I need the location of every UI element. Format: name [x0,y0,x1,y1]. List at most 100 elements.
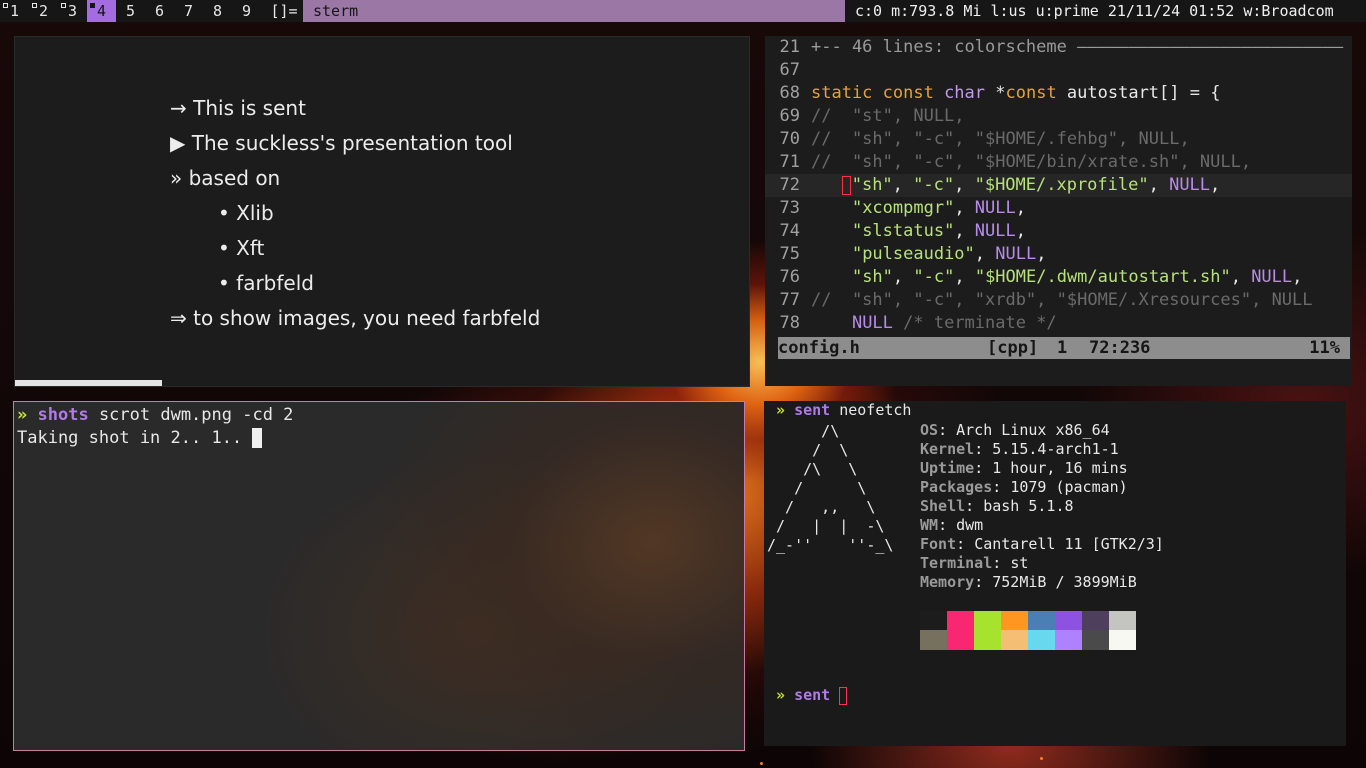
line-number: 67 [779,60,800,80]
code-line[interactable]: 68 static const char *const autostart[] =… [765,82,1352,105]
code-line[interactable]: 70 // "sh", "-c", "$HOME/.fehbg", NULL, [765,128,1352,151]
code-token: NULL [851,313,893,333]
prompt-line[interactable]: » sent [776,686,848,705]
output-text: Taking shot in 2.. 1.. [17,428,253,448]
code-line[interactable]: 67 [765,59,1352,82]
status-bar: 123456789 []= sterm c:0 m:793.8 Mi l:us … [0,0,1366,22]
code-token: , [954,198,975,218]
code-token: , [974,244,996,264]
slide-line: » based on [170,166,281,190]
color-swatch [1001,630,1028,650]
color-swatch [974,611,1001,631]
code-line[interactable]: 75 "pulseaudio", NULL, [765,243,1352,266]
color-swatch [920,611,947,631]
code-line[interactable]: 71 // "sh", "-c", "$HOME/bin/xrate.sh", N… [765,151,1352,174]
line-number: 78 [779,313,800,333]
info-value: st [1010,554,1029,572]
code-line[interactable]: 76 "sh", "-c", "$HOME/.dwm/autostart.sh"… [765,266,1352,289]
code-token: "-c" [913,267,955,287]
code-line[interactable]: 74 "slstatus", NULL, [765,220,1352,243]
code-token: * [985,83,1006,103]
statusline-buffer: 1 [1057,338,1068,358]
sent-presentation-window[interactable]: → This is sent ▶ The suckless's presentat… [14,36,750,387]
info-row: Uptime: 1 hour, 16 mins [920,459,1128,477]
workspace-tag-label: 2 [38,2,49,20]
terminal-window[interactable]: » shots scrot dwm.png -cd 2 Taking shot … [13,401,745,751]
code-token: "sh" [851,175,893,195]
code-line[interactable]: 69 // "st", NULL, [765,105,1352,128]
vim-editor-window[interactable]: 21 +-- 46 lines: colorscheme ————————————… [765,36,1352,386]
slide-content: → This is sent ▶ The suckless's presentat… [170,91,540,336]
statusline-percent: 11% [1309,338,1340,358]
info-label: Packages [920,478,993,496]
workspace-tag-label: 1 [9,2,20,20]
code-line[interactable]: 77 // "sh", "-c", "xrdb", "$HOME/.Xresour… [765,289,1352,312]
occupied-indicator [90,3,95,8]
code-token: , [1230,267,1252,287]
text-cursor [839,686,848,705]
color-swatch [1028,630,1055,650]
workspace-tag-3[interactable]: 3 [58,0,87,22]
code-token: , [892,267,914,287]
ember [1040,757,1043,760]
info-row: Kernel: 5.15.4-arch1-1 [920,440,1119,458]
code-token: "sh" [851,267,893,287]
prompt-cwd: sent [794,401,831,419]
workspace-tag-1[interactable]: 1 [0,0,29,22]
code-token: // "st", NULL, [811,106,965,126]
line-number: 69 [779,106,800,126]
layout-indicator[interactable]: []= [265,0,303,22]
info-value: 1079 (pacman) [1010,478,1128,496]
workspace-tag-9[interactable]: 9 [232,0,261,22]
code-line[interactable]: 21 +-- 46 lines: colorscheme ————————————… [765,36,1352,59]
prompt-symbol: » [776,401,786,419]
workspace-tag-5[interactable]: 5 [116,0,145,22]
vim-statusline: config.h [cpp] 1 72:236 11% [778,337,1350,359]
line-number: 76 [779,267,800,287]
color-swatch [1109,630,1136,650]
statusline-position: 72:236 [1089,338,1151,358]
code-token: , [1210,175,1221,195]
color-swatch [1109,611,1136,631]
code-token: // "sh", "-c", "xrdb", "$HOME/.Xresource… [811,290,1313,310]
code-line[interactable]: 73 "xcompmgr", NULL, [765,197,1352,220]
workspace-tag-4[interactable]: 4 [87,0,116,22]
text-cursor [841,175,851,195]
code-token: NULL [1169,175,1211,195]
occupied-indicator [61,3,66,8]
info-row: Packages: 1079 (pacman) [920,478,1128,496]
code-token: "$HOME/.dwm/autostart.sh" [974,267,1231,287]
slide-line: ▶ The suckless's presentation tool [170,131,513,155]
code-token: , [892,175,914,195]
workspace-tag-2[interactable]: 2 [29,0,58,22]
code-line[interactable]: 78 NULL /* terminate */ [765,312,1352,335]
workspace-tag-6[interactable]: 6 [145,0,174,22]
slide-line: ⇒ to show images, you need farbfeld [170,306,541,330]
code-token: autostart[] = { [1056,83,1221,103]
code-token: // "sh", "-c", "$HOME/.fehbg", NULL, [811,129,1190,149]
info-value: Cantarell 11 [GTK2/3] [974,535,1164,553]
prompt-cwd: sent [794,686,831,704]
neofetch-terminal-window[interactable]: » sent neofetch /\ / \ /\ \ / \ / ,, \ /… [764,401,1346,746]
ascii-art-line: / \ [767,441,849,459]
info-value: 5.15.4-arch1-1 [992,440,1119,458]
slide-line: • Xlib [218,201,274,225]
slide-line: → This is sent [170,96,306,120]
code-token: "slstatus" [851,221,955,241]
workspace-tag-7[interactable]: 7 [174,0,203,22]
code-line[interactable]: 72 "sh", "-c", "$HOME/.xprofile", NULL, [765,174,1352,197]
code-token: /* terminate */ [892,313,1057,333]
workspace-tag-8[interactable]: 8 [203,0,232,22]
code-token: , [954,175,975,195]
ascii-art-line: / | | -\ [767,517,885,535]
prompt-symbol: » [776,686,786,704]
command-text: scrot dwm.png -cd 2 [98,405,294,425]
statusline-filename: config.h [778,338,860,358]
slide-line: • Xft [218,236,265,260]
info-label: Kernel [920,440,975,458]
workspace-tag-label: 3 [67,2,78,20]
color-swatch [1055,630,1082,650]
